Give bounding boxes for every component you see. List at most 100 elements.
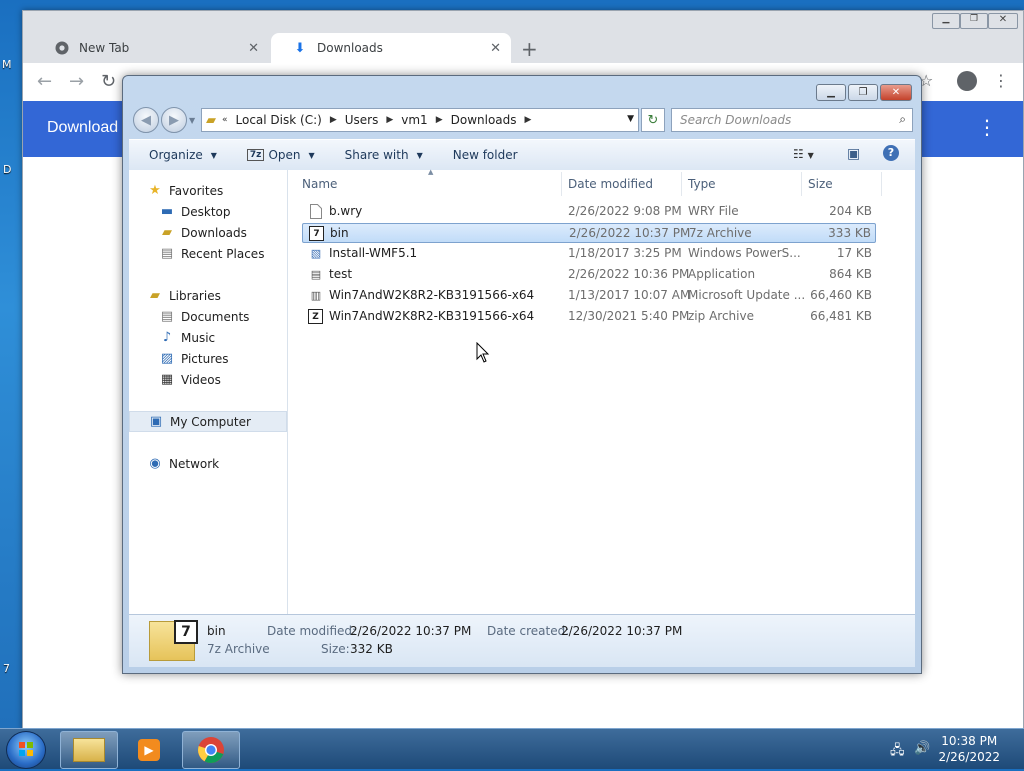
chevron-down-icon: ▼	[308, 150, 315, 160]
file-row[interactable]: b.wry 2/26/2022 9:08 PM WRY File 204 KB	[302, 202, 876, 222]
close-icon[interactable]: ✕	[988, 13, 1018, 29]
close-tab-icon[interactable]: ✕	[248, 41, 259, 56]
search-input[interactable]: Search Downloads ⌕	[671, 108, 913, 132]
taskbar-explorer-button[interactable]	[60, 731, 118, 769]
breadcrumb-local-disk[interactable]: Local Disk (C:)	[236, 113, 322, 127]
search-icon[interactable]: ⌕	[899, 112, 906, 127]
file-row-selected[interactable]: 7 bin 2/26/2022 10:37 PM 7z Archive 333 …	[302, 223, 876, 243]
minimize-icon[interactable]: ▁	[932, 13, 960, 29]
tab-label: Downloads	[317, 41, 383, 55]
close-icon[interactable]: ✕	[880, 84, 912, 101]
profile-avatar-icon[interactable]	[957, 71, 977, 91]
column-header-size[interactable]: Size	[802, 172, 882, 196]
computer-icon: ▣	[149, 414, 163, 429]
nav-label: Network	[169, 456, 220, 471]
column-label: Type	[688, 177, 716, 191]
file-row[interactable]: ▥ Win7AndW2K8R2-KB3191566-x64 1/13/2017 …	[302, 286, 876, 306]
system-clock[interactable]: 10:38 PM 2/26/2022	[938, 733, 1000, 765]
file-date: 2/26/2022 10:37 PM	[569, 226, 691, 240]
file-size: 333 KB	[828, 226, 871, 240]
reload-icon[interactable]: ↻	[101, 71, 116, 92]
nav-label: Libraries	[169, 288, 221, 303]
taskbar-chrome-button[interactable]	[182, 731, 240, 769]
close-tab-icon[interactable]: ✕	[490, 41, 501, 56]
overflow-chevron-icon[interactable]: «	[222, 115, 228, 125]
folder-icon: ▰	[206, 112, 216, 128]
script-icon: ▧	[310, 246, 322, 260]
clock-time: 10:38 PM	[941, 734, 998, 748]
chrome-window-controls: ▁ ❐ ✕	[928, 11, 1018, 33]
forward-icon[interactable]: →	[69, 71, 84, 92]
file-row[interactable]: ▧ Install-WMF5.1 1/18/2017 3:25 PM Windo…	[302, 244, 876, 264]
star-icon: ★	[149, 183, 161, 198]
maximize-icon[interactable]: ❐	[960, 13, 988, 29]
videos-icon: ▦	[160, 372, 174, 387]
file-size: 17 KB	[836, 246, 872, 260]
tab-downloads[interactable]: ⬇ Downloads ✕	[271, 33, 511, 63]
address-dropdown-icon[interactable]: ▼	[627, 114, 634, 124]
maximize-icon[interactable]: ❐	[848, 84, 878, 101]
column-header-name[interactable]: Name	[288, 172, 562, 196]
file-list: ▲ Name Date modified Type Size b.wry 2/2…	[288, 168, 915, 614]
nav-network[interactable]: ◉ Network	[129, 453, 305, 474]
file-size: 66,481 KB	[810, 309, 872, 323]
breadcrumb-arrow-icon[interactable]: ▶	[386, 115, 393, 125]
tab-new-tab[interactable]: New Tab ✕	[33, 33, 269, 63]
file-date: 1/18/2017 3:25 PM	[568, 246, 682, 260]
preview-pane-icon[interactable]: ▣	[847, 146, 860, 162]
nav-label: Documents	[181, 309, 250, 324]
file-size: 66,460 KB	[810, 288, 872, 302]
file-name: bin	[330, 226, 349, 240]
details-file-type: 7z Archive	[207, 642, 270, 656]
back-icon[interactable]: ◀	[133, 107, 159, 133]
file-size: 864 KB	[829, 267, 872, 281]
page-menu-icon[interactable]: ⋮	[977, 115, 997, 139]
new-folder-label: New folder	[452, 148, 518, 162]
minimize-icon[interactable]: ▁	[816, 84, 846, 101]
view-options-icon[interactable]: ☷ ▼	[793, 147, 814, 161]
breadcrumb-arrow-icon[interactable]: ▶	[330, 115, 337, 125]
date-created-value: 2/26/2022 10:37 PM	[561, 624, 683, 638]
organize-menu[interactable]: Organize ▼	[149, 148, 217, 162]
nav-favorites[interactable]: ★ Favorites	[129, 180, 305, 201]
7z-app-icon: 7z	[246, 149, 265, 161]
breadcrumb-arrow-icon[interactable]: ▶	[525, 115, 532, 125]
breadcrumb-users[interactable]: Users	[345, 113, 379, 127]
help-icon[interactable]: ?	[883, 145, 899, 161]
nav-label: Favorites	[169, 183, 224, 198]
file-name: Win7AndW2K8R2-KB3191566-x64	[329, 309, 535, 323]
taskbar-media-player-button[interactable]: ▶	[122, 731, 176, 769]
nav-my-computer[interactable]: ▣ My Computer	[129, 411, 287, 432]
open-button[interactable]: 7z Open ▼	[246, 148, 315, 162]
file-date: 12/30/2021 5:40 PM	[568, 309, 690, 323]
refresh-icon[interactable]: ↻	[641, 108, 665, 132]
nav-libraries[interactable]: ▰ Libraries	[129, 285, 305, 306]
file-date: 2/26/2022 10:36 PM	[568, 267, 690, 281]
breadcrumb-vm1[interactable]: vm1	[401, 113, 427, 127]
network-tray-icon[interactable]: 🖧	[890, 741, 905, 763]
file-type: Application	[688, 267, 756, 281]
nav-label: Recent Places	[181, 246, 265, 261]
search-placeholder: Search Downloads	[680, 113, 792, 127]
file-type: Windows PowerS...	[688, 246, 801, 260]
start-button[interactable]	[6, 731, 46, 769]
recent-pages-icon[interactable]: ▼	[189, 116, 195, 125]
back-icon[interactable]: ←	[37, 71, 52, 92]
file-type: zip Archive	[688, 309, 754, 323]
file-row[interactable]: ▤ test 2/26/2022 10:36 PM Application 86…	[302, 265, 876, 285]
column-header-date[interactable]: Date modified	[562, 172, 682, 196]
file-row[interactable]: Z Win7AndW2K8R2-KB3191566-x64 12/30/2021…	[302, 307, 876, 327]
menu-kebab-icon[interactable]: ⋮	[993, 71, 1009, 90]
breadcrumb-arrow-icon[interactable]: ▶	[436, 115, 443, 125]
forward-icon[interactable]: ▶	[161, 107, 187, 133]
volume-icon[interactable]: 🔊	[914, 741, 930, 756]
share-with-menu[interactable]: Share with ▼	[345, 148, 423, 162]
media-player-icon: ▶	[138, 739, 160, 761]
mouse-cursor-icon	[476, 341, 490, 366]
column-header-type[interactable]: Type	[682, 172, 802, 196]
breadcrumb-downloads[interactable]: Downloads	[451, 113, 517, 127]
file-type: WRY File	[688, 204, 739, 218]
new-folder-button[interactable]: New folder	[453, 148, 518, 162]
new-tab-button[interactable]: +	[521, 37, 538, 61]
address-bar[interactable]: ▰ « Local Disk (C:) ▶ Users ▶ vm1 ▶ Downloa…	[201, 108, 639, 132]
